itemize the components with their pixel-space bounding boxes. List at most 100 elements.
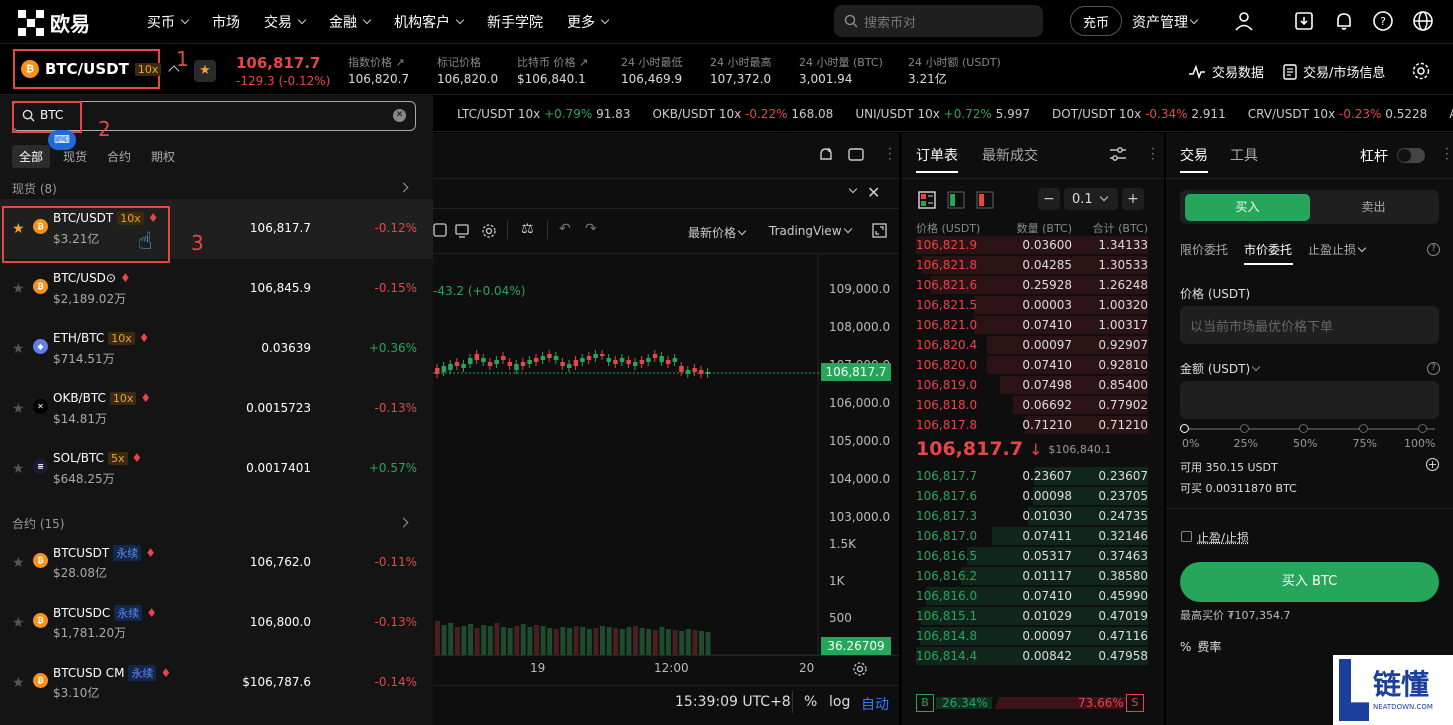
bid-row[interactable]: 106,817.6 0.00098 0.23705 xyxy=(916,486,1148,506)
nav-item-6[interactable]: 更多 xyxy=(567,12,610,32)
indicator-icon[interactable] xyxy=(433,223,447,237)
favorite-star-icon[interactable]: ★ xyxy=(12,461,25,477)
bid-row[interactable]: 106,816.5 0.05317 0.37463 xyxy=(916,546,1148,566)
ask-row[interactable]: 106,821.0 0.07410 1.00317 xyxy=(916,315,1148,335)
orderbook-both-icon[interactable] xyxy=(918,191,936,209)
spot-row[interactable]: ★ ◆ ETH/BTC 10x ♦ $714.51万 0.03639 +0.36% xyxy=(0,319,433,379)
bid-row[interactable]: 106,817.3 0.01030 0.24735 xyxy=(916,506,1148,526)
market-info-button[interactable]: 交易/市场信息 xyxy=(1283,62,1385,81)
tab-recent-trades[interactable]: 最新成交 xyxy=(982,145,1038,165)
slider-mark[interactable] xyxy=(1358,424,1368,433)
ask-row[interactable]: 106,818.0 0.06692 0.77902 xyxy=(916,395,1148,415)
tab-contract[interactable]: 合约 xyxy=(100,145,138,168)
slider-mark[interactable] xyxy=(1299,424,1308,433)
nav-item-5[interactable]: 新手学院 xyxy=(487,12,543,32)
help-icon[interactable]: ? xyxy=(1372,10,1394,32)
order-type-limit[interactable]: 限价委托 xyxy=(1180,241,1228,258)
spot-row[interactable]: ★ ✕ OKB/BTC 10x ♦ $14.81万 0.0015723 -0.13% xyxy=(0,379,433,439)
tab-orderbook[interactable]: 订单表 xyxy=(916,145,958,165)
percent-toggle[interactable]: % xyxy=(804,694,817,710)
leverage-toggle[interactable] xyxy=(1397,148,1425,163)
ask-row[interactable]: 106,820.4 0.00097 0.92907 xyxy=(916,335,1148,355)
chart-settings-icon[interactable] xyxy=(481,223,497,239)
marquee-item[interactable]: DOT/USDT 10x -0.34% 2.911 xyxy=(1052,107,1226,121)
external-link-icon[interactable]: ↗ xyxy=(576,56,588,69)
amount-slider[interactable] xyxy=(1185,428,1435,430)
log-toggle[interactable]: log xyxy=(829,694,850,710)
more-vertical-icon[interactable]: · · · xyxy=(888,143,892,165)
nav-item-4[interactable]: 机构客户 xyxy=(394,12,465,32)
buy-btc-button[interactable]: 买入 BTC xyxy=(1180,562,1439,602)
tab-tools[interactable]: 工具 xyxy=(1230,145,1258,165)
more-vertical-icon[interactable]: · · · xyxy=(1445,143,1449,165)
user-icon[interactable] xyxy=(1233,10,1255,32)
spot-row[interactable]: ★ ≡ SOL/BTC 5x ♦ $648.25万 0.0017401 +0.57% xyxy=(0,439,433,499)
clear-icon[interactable]: ✕ xyxy=(393,109,406,122)
chevron-down-icon[interactable] xyxy=(848,184,858,194)
bell-icon[interactable] xyxy=(1333,10,1355,32)
tab-options[interactable]: 期权 xyxy=(144,145,182,168)
slider-mark[interactable] xyxy=(1180,424,1189,433)
favorite-star-icon[interactable]: ★ xyxy=(12,615,25,631)
chevron-right-icon[interactable] xyxy=(398,517,409,528)
global-search[interactable]: 搜索币对 xyxy=(834,5,1043,37)
bid-row[interactable]: 106,814.4 0.00842 0.47958 xyxy=(916,646,1148,666)
favorite-star-icon[interactable]: ★ xyxy=(12,281,25,297)
slider-mark[interactable] xyxy=(1239,424,1249,433)
contract-row[interactable]: ★ ₿ BTCUSDT 永续 ♦ $28.08亿 106,762.0 -0.11% xyxy=(0,533,433,593)
plus-button[interactable]: + xyxy=(1122,188,1144,210)
favorite-star-icon[interactable]: ★ xyxy=(12,675,25,691)
ask-row[interactable]: 106,821.9 0.03600 1.34133 xyxy=(916,235,1148,255)
contract-section-header[interactable]: 合约 (15) xyxy=(12,515,64,532)
close-icon[interactable]: ✕ xyxy=(867,183,880,202)
nav-item-0[interactable]: 买币 xyxy=(147,12,190,32)
deposit-button[interactable]: 充币 xyxy=(1070,6,1122,36)
globe-icon[interactable] xyxy=(1412,10,1434,32)
bid-row[interactable]: 106,817.0 0.07411 0.32146 xyxy=(916,526,1148,546)
order-type-tpsl[interactable]: 止盈止损 xyxy=(1308,241,1367,258)
nav-item-2[interactable]: 交易 xyxy=(264,12,307,32)
add-funds-icon[interactable]: + xyxy=(1426,458,1439,471)
chart-settings-small-icon[interactable] xyxy=(852,661,868,677)
marquee-item[interactable]: AAVE/U xyxy=(1449,107,1453,121)
window-icon[interactable] xyxy=(848,148,864,162)
chart-view-select[interactable]: TradingView xyxy=(769,224,852,238)
marquee-item[interactable]: LTC/USDT 10x +0.79% 91.83 xyxy=(457,107,630,121)
tab-all[interactable]: 全部 xyxy=(12,145,51,168)
buy-tab[interactable]: 买入 xyxy=(1185,194,1310,221)
order-type-market[interactable]: 市价委托 xyxy=(1244,241,1292,258)
undo-icon[interactable]: ↶ xyxy=(559,221,571,237)
more-vertical-icon[interactable]: · · · xyxy=(1151,143,1155,165)
chevron-right-icon[interactable] xyxy=(398,182,409,193)
ask-row[interactable]: 106,820.0 0.07410 0.92810 xyxy=(916,355,1148,375)
tab-spot[interactable]: 现货 xyxy=(56,145,94,168)
bid-row[interactable]: 106,817.7 0.23607 0.23607 xyxy=(916,466,1148,486)
price-type-select[interactable]: 最新价格 xyxy=(688,224,747,241)
spot-row[interactable]: ★ ₿ BTC/USD⊙ ♦ $2,189.02万 106,845.9 -0.15% xyxy=(0,259,433,319)
bid-row[interactable]: 106,815.1 0.01029 0.47019 xyxy=(916,606,1148,626)
price-input[interactable]: 以当前市场最优价格下单 xyxy=(1180,306,1439,344)
ask-row[interactable]: 106,821.6 0.25928 1.26248 xyxy=(916,275,1148,295)
ask-row[interactable]: 106,821.5 0.00003 1.00320 xyxy=(916,295,1148,315)
bid-row[interactable]: 106,814.8 0.00097 0.47116 xyxy=(916,626,1148,646)
bid-row[interactable]: 106,816.0 0.07410 0.45990 xyxy=(916,586,1148,606)
ask-row[interactable]: 106,819.0 0.07498 0.85400 xyxy=(916,375,1148,395)
orderbook-bids-icon[interactable] xyxy=(947,191,965,209)
settings-gear-icon[interactable] xyxy=(1411,61,1431,81)
tpsl-checkbox[interactable] xyxy=(1181,531,1192,542)
help-icon[interactable]: ? xyxy=(1427,362,1440,375)
external-link-icon[interactable]: ↗ xyxy=(392,56,404,69)
ask-row[interactable]: 106,817.8 0.71210 0.71210 xyxy=(916,415,1148,435)
nav-item-1[interactable]: 市场 xyxy=(212,12,240,32)
help-icon[interactable]: ? xyxy=(1427,243,1440,256)
pair-selector[interactable]: ₿ BTC/USDT 10x xyxy=(13,49,162,89)
nav-item-3[interactable]: 金融 xyxy=(329,12,372,32)
sell-tab[interactable]: 卖出 xyxy=(1311,194,1436,221)
fee-rate-link[interactable]: % 费率 xyxy=(1180,638,1221,655)
filter-sliders-icon[interactable] xyxy=(1109,146,1127,162)
favorite-star-icon[interactable]: ★ xyxy=(194,60,216,82)
favorite-star-icon[interactable]: ★ xyxy=(12,555,25,571)
favorite-star-icon[interactable]: ★ xyxy=(12,401,25,417)
trade-data-button[interactable]: 交易数据 xyxy=(1188,62,1264,81)
tab-trade[interactable]: 交易 xyxy=(1180,145,1208,165)
